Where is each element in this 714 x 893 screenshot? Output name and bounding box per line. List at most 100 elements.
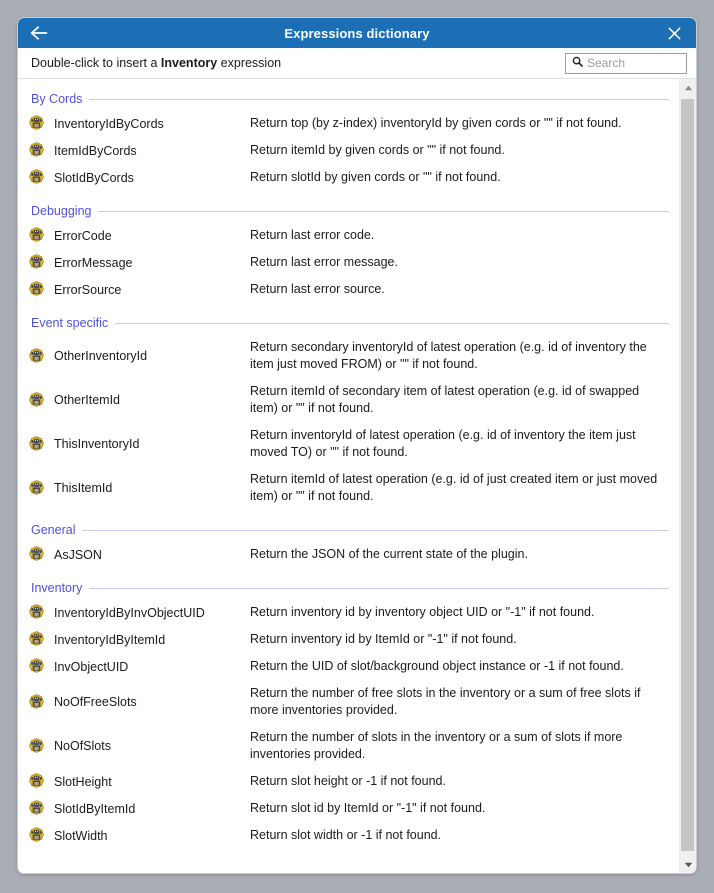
expression-group: Inventory InventoryIdByInvObjectUID Retur…	[18, 577, 679, 849]
window-title: Expressions dictionary	[284, 25, 430, 41]
plugin-expression-icon	[28, 631, 54, 648]
expression-name: InventoryIdByItemId	[54, 632, 166, 647]
group-title: By Cords	[31, 92, 83, 106]
expression-name: InvObjectUID	[54, 659, 129, 674]
back-button[interactable]	[18, 18, 60, 48]
expression-name: ErrorSource	[54, 282, 122, 297]
plugin-expression-icon	[28, 169, 54, 186]
expression-description: Return itemId of latest operation (e.g. …	[250, 472, 658, 503]
plugin-expression-icon	[28, 391, 54, 409]
expression-row[interactable]: ThisInventoryId Return inventoryId of lat…	[18, 422, 679, 466]
expressions-list: By Cords InventoryIdByCords Return top (b…	[18, 79, 679, 873]
expression-description: Return top (by z-index) inventoryId by g…	[250, 116, 622, 130]
group-title: General	[31, 523, 76, 537]
expression-row[interactable]: InventoryIdByItemId Return inventory id b…	[18, 626, 679, 653]
expression-row[interactable]: ErrorMessage Return last error message.	[18, 249, 679, 276]
scrollbar-thumb[interactable]	[681, 99, 694, 851]
expression-description: Return slotId by given cords or "" if no…	[250, 170, 501, 184]
expression-description: Return inventory id by ItemId or "-1" if…	[250, 632, 517, 646]
group-header: Inventory	[18, 577, 679, 599]
scroll-down-button[interactable]	[680, 856, 696, 873]
expression-row[interactable]: OtherItemId Return itemId of secondary it…	[18, 378, 679, 422]
group-separator	[98, 210, 669, 212]
group-title: Inventory	[31, 581, 83, 595]
expression-name: SlotIdByCords	[54, 170, 134, 185]
plugin-expression-icon	[28, 281, 54, 298]
plugin-expression-icon	[28, 435, 54, 453]
plugin-expression-icon	[28, 658, 54, 675]
expression-row[interactable]: InvObjectUID Return the UID of slot/backg…	[18, 653, 679, 680]
arrow-left-icon	[29, 25, 49, 41]
expression-description: Return inventory id by inventory object …	[250, 605, 595, 619]
expression-row[interactable]: AsJSON Return the JSON of the current sta…	[18, 541, 679, 568]
search-box[interactable]	[565, 52, 687, 74]
plugin-expression-icon	[28, 254, 54, 271]
expression-description: Return secondary inventoryId of latest o…	[250, 340, 647, 371]
expression-name: SlotHeight	[54, 774, 112, 789]
title-bar: Expressions dictionary	[18, 18, 696, 48]
expression-name: ErrorMessage	[54, 255, 133, 270]
search-input[interactable]	[587, 56, 682, 70]
expression-row[interactable]: ErrorSource Return last error source.	[18, 276, 679, 303]
expression-group: General AsJSON Return the JSON of the cur…	[18, 519, 679, 568]
expression-description: Return slot id by ItemId or "-1" if not …	[250, 801, 486, 815]
search-icon	[570, 54, 587, 72]
expression-name: NoOfSlots	[54, 739, 111, 753]
chevron-up-icon	[684, 85, 693, 91]
expression-row[interactable]: OtherInventoryId Return secondary invento…	[18, 334, 679, 378]
expression-description: Return itemId by given cords or "" if no…	[250, 143, 505, 157]
group-header: General	[18, 519, 679, 541]
plugin-expression-icon	[28, 115, 54, 132]
scroll-up-button[interactable]	[680, 79, 696, 96]
expression-description: Return itemId of secondary item of lates…	[250, 384, 640, 415]
expression-description: Return the number of slots in the invent…	[250, 730, 623, 761]
expression-row[interactable]: InventoryIdByInvObjectUID Return inventor…	[18, 599, 679, 626]
close-button[interactable]	[652, 18, 696, 48]
vertical-scrollbar[interactable]	[679, 79, 696, 873]
expression-name: ErrorCode	[54, 228, 112, 243]
group-separator	[89, 587, 669, 589]
plugin-expression-icon	[28, 737, 54, 755]
expression-name: OtherInventoryId	[54, 349, 148, 363]
expression-group: Debugging ErrorCode Return last error cod…	[18, 200, 679, 303]
expression-row[interactable]: ErrorCode Return last error code.	[18, 222, 679, 249]
expression-row[interactable]: SlotIdByCords Return slotId by given cord…	[18, 164, 679, 191]
plugin-expression-icon	[28, 142, 54, 159]
subheader-bar: Double-click to insert a Inventory expre…	[18, 48, 696, 79]
expression-description: Return inventoryId of latest operation (…	[250, 428, 636, 459]
expressions-list-area: By Cords InventoryIdByCords Return top (b…	[18, 79, 696, 873]
expression-row[interactable]: InventoryIdByCords Return top (by z-index…	[18, 110, 679, 137]
insert-hint-prefix: Double-click to insert a	[31, 56, 161, 70]
expression-row[interactable]: ThisItemId Return itemId of latest operat…	[18, 466, 679, 510]
group-header: Event specific	[18, 312, 679, 334]
insert-hint-suffix: expression	[217, 56, 282, 70]
group-title: Debugging	[31, 204, 92, 218]
expression-group: Event specific OtherInventoryId Return se…	[18, 312, 679, 510]
expression-description: Return last error message.	[250, 255, 398, 269]
expression-description: Return slot height or -1 if not found.	[250, 774, 446, 788]
group-header: Debugging	[18, 200, 679, 222]
expression-row[interactable]: ItemIdByCords Return itemId by given cord…	[18, 137, 679, 164]
expression-name: ItemIdByCords	[54, 143, 137, 158]
plugin-expression-icon	[28, 546, 54, 563]
chevron-down-icon	[684, 862, 693, 868]
expression-name: OtherItemId	[54, 393, 120, 407]
expression-name: ThisItemId	[54, 481, 113, 495]
expression-row[interactable]: SlotWidth Return slot width or -1 if not …	[18, 822, 679, 849]
plugin-expression-icon	[28, 773, 54, 790]
expression-name: ThisInventoryId	[54, 437, 140, 451]
expression-description: Return last error code.	[250, 228, 375, 242]
insert-hint-object: Inventory	[160, 56, 218, 70]
expression-group: By Cords InventoryIdByCords Return top (b…	[18, 88, 679, 191]
expression-description: Return slot width or -1 if not found.	[250, 828, 442, 842]
expression-description: Return the number of free slots in the i…	[250, 686, 641, 717]
plugin-expression-icon	[28, 693, 54, 711]
group-title: Event specific	[31, 316, 109, 330]
expression-row[interactable]: NoOfFreeSlots Return the number of free s…	[18, 680, 679, 724]
group-separator	[82, 529, 669, 531]
expressions-dictionary-window: Expressions dictionary Double-click to i…	[17, 17, 697, 874]
expression-row[interactable]: NoOfSlots Return the number of slots in t…	[18, 724, 679, 768]
expression-row[interactable]: SlotIdByItemId Return slot id by ItemId o…	[18, 795, 679, 822]
plugin-expression-icon	[28, 604, 54, 621]
expression-row[interactable]: SlotHeight Return slot height or -1 if no…	[18, 768, 679, 795]
